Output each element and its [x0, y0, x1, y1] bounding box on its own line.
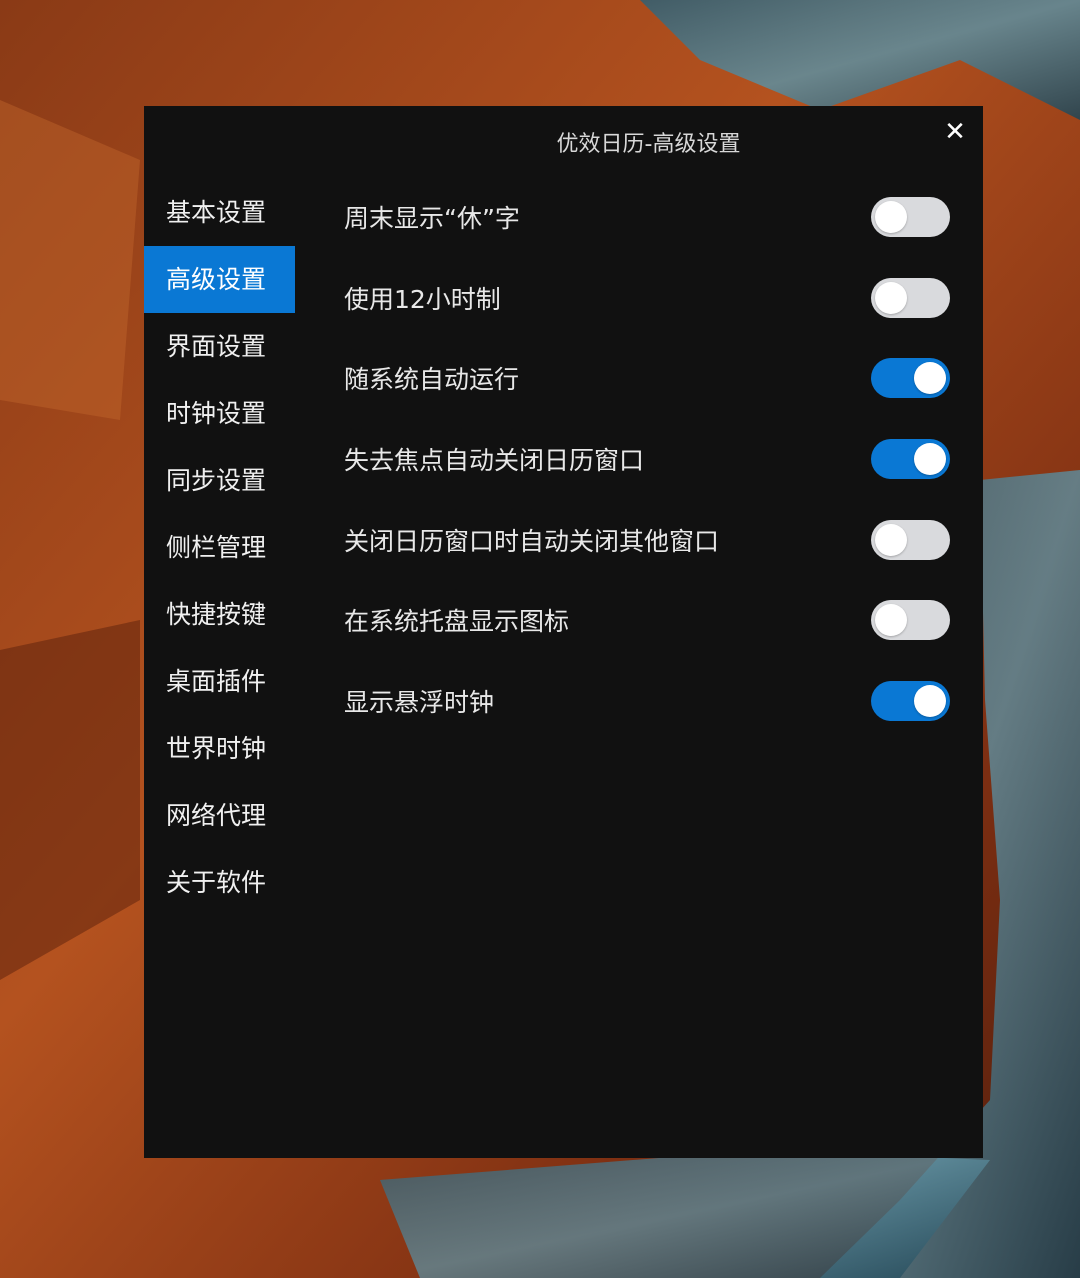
12-hour-toggle[interactable]	[871, 277, 950, 318]
setting-12-hour: 使用12小时制	[344, 258, 951, 339]
sidebar-item-sync[interactable]: 同步设置	[144, 447, 295, 514]
setting-label: 周末显示“休”字	[344, 204, 520, 233]
setting-close-other-windows: 关闭日历窗口时自动关闭其他窗口	[344, 500, 951, 581]
toggle-knob	[914, 362, 946, 395]
sidebar-item-basic[interactable]: 基本设置	[144, 179, 295, 246]
toggle-knob	[914, 443, 946, 476]
settings-window: 优效日历-高级设置 ✕ 基本设置 高级设置 界面设置 时钟设置 同步设置 侧栏管…	[144, 106, 983, 1158]
tray-icon-toggle[interactable]	[871, 600, 950, 641]
sidebar-item-clock[interactable]: 时钟设置	[144, 380, 295, 447]
close-on-blur-toggle[interactable]	[871, 439, 950, 480]
setting-close-on-blur: 失去焦点自动关闭日历窗口	[344, 419, 951, 500]
weekend-rest-toggle[interactable]	[871, 197, 950, 237]
close-icon[interactable]: ✕	[941, 118, 969, 146]
sidebar-item-sidebar-management[interactable]: 侧栏管理	[144, 514, 295, 581]
sidebar-item-network-proxy[interactable]: 网络代理	[144, 782, 295, 849]
settings-list: 周末显示“休”字 使用12小时制 随系统自动运行 失去焦点自动关闭日历窗口 关闭…	[344, 177, 951, 742]
sidebar-item-desktop-widgets[interactable]: 桌面插件	[144, 648, 295, 715]
setting-label: 失去焦点自动关闭日历窗口	[344, 446, 645, 476]
setting-autostart: 随系统自动运行	[344, 338, 951, 419]
toggle-knob	[875, 604, 907, 637]
toggle-knob	[875, 201, 907, 233]
setting-label: 显示悬浮时钟	[344, 688, 495, 718]
toggle-knob	[875, 281, 907, 314]
floating-clock-toggle[interactable]	[871, 681, 950, 722]
toggle-knob	[875, 523, 907, 556]
setting-label: 在系统托盘显示图标	[344, 607, 570, 637]
setting-label: 随系统自动运行	[344, 365, 520, 395]
close-other-windows-toggle[interactable]	[871, 519, 950, 560]
setting-tray-icon: 在系统托盘显示图标	[344, 580, 951, 661]
setting-floating-clock: 显示悬浮时钟	[344, 661, 951, 742]
sidebar-item-world-clock[interactable]: 世界时钟	[144, 715, 295, 782]
sidebar-item-shortcuts[interactable]: 快捷按键	[144, 581, 295, 648]
sidebar-item-interface[interactable]: 界面设置	[144, 313, 295, 380]
toggle-knob	[914, 685, 946, 718]
sidebar: 基本设置 高级设置 界面设置 时钟设置 同步设置 侧栏管理 快捷按键 桌面插件 …	[144, 179, 295, 916]
sidebar-item-about[interactable]: 关于软件	[144, 849, 295, 916]
window-title: 优效日历-高级设置	[556, 132, 741, 157]
sidebar-item-advanced[interactable]: 高级设置	[144, 246, 295, 313]
autostart-toggle[interactable]	[871, 358, 950, 399]
setting-label: 使用12小时制	[344, 284, 501, 314]
setting-label: 关闭日历窗口时自动关闭其他窗口	[344, 526, 720, 556]
setting-weekend-rest: 周末显示“休”字	[344, 177, 951, 258]
